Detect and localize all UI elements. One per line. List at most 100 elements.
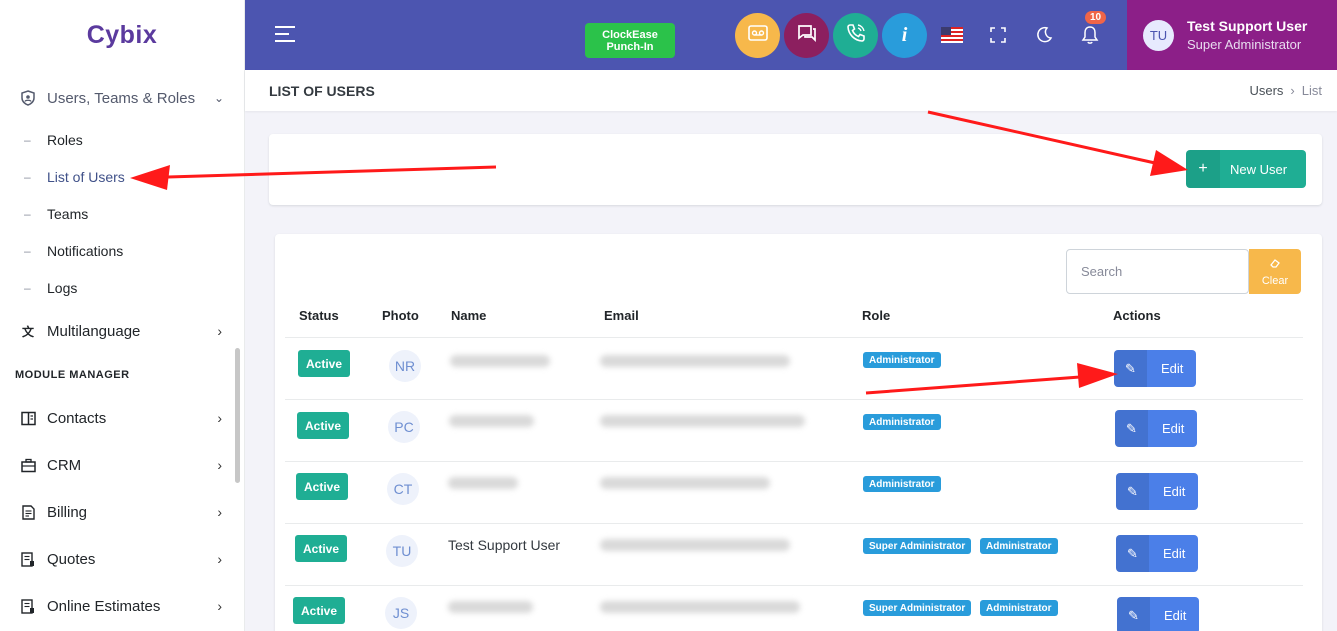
sidebar-scrollbar[interactable] bbox=[235, 348, 240, 483]
table-row: Active TU Test Support User Super Admini… bbox=[285, 524, 1303, 586]
contacts-icon bbox=[20, 410, 36, 426]
breadcrumb-link-users[interactable]: Users bbox=[1249, 83, 1283, 98]
pencil-icon: ✎ bbox=[1114, 350, 1147, 387]
us-flag-icon[interactable] bbox=[941, 24, 963, 46]
sidebar-item-list-of-users[interactable]: – List of Users bbox=[0, 163, 244, 191]
column-header-name[interactable]: Name bbox=[451, 308, 486, 323]
sidebar-item-label: List of Users bbox=[47, 169, 125, 185]
column-header-email[interactable]: Email bbox=[604, 308, 639, 323]
sidebar-item-roles[interactable]: – Roles bbox=[0, 126, 244, 154]
chat-button[interactable] bbox=[784, 13, 829, 58]
clockease-punch-in-button[interactable]: ClockEase Punch-In bbox=[585, 23, 675, 58]
pencil-icon: ✎ bbox=[1116, 473, 1149, 510]
chevron-right-icon: › bbox=[217, 598, 222, 614]
search-input[interactable] bbox=[1066, 249, 1249, 294]
sidebar-item-multilanguage[interactable]: 文 Multilanguage › bbox=[0, 315, 244, 347]
redacted-name bbox=[448, 601, 533, 613]
sidebar-item-logs[interactable]: – Logs bbox=[0, 274, 244, 302]
info-button[interactable]: i bbox=[882, 13, 927, 58]
redacted-email bbox=[600, 601, 800, 613]
sidebar-item-label: Roles bbox=[47, 132, 83, 148]
page-title-bar: LIST OF USERS Users › List bbox=[245, 70, 1337, 111]
avatar: TU bbox=[1143, 20, 1174, 51]
user-role: Super Administrator bbox=[1187, 37, 1302, 52]
dash-icon: – bbox=[24, 133, 31, 147]
clear-button[interactable]: Clear bbox=[1249, 249, 1301, 294]
topbar: ClockEase Punch-In i 10 TU Test Support … bbox=[245, 0, 1337, 70]
dash-icon: – bbox=[24, 281, 31, 295]
sidebar-item-billing[interactable]: Billing › bbox=[0, 496, 244, 528]
breadcrumb: Users › List bbox=[1249, 83, 1322, 98]
role-badge: Administrator bbox=[863, 476, 941, 492]
redacted-email bbox=[600, 355, 790, 367]
sidebar-item-teams[interactable]: – Teams bbox=[0, 200, 244, 228]
chevron-down-icon: ⌄ bbox=[213, 91, 224, 105]
voicemail-button[interactable] bbox=[735, 13, 780, 58]
sidebar-item-quotes[interactable]: Quotes › bbox=[0, 543, 244, 575]
dash-icon: – bbox=[24, 244, 31, 258]
user-name-cell: Test Support User bbox=[448, 537, 561, 553]
edit-button[interactable]: ✎ Edit bbox=[1114, 350, 1196, 387]
toolbar-card: + New User bbox=[269, 134, 1322, 205]
sidebar-item-label: Multilanguage bbox=[47, 322, 141, 340]
edit-button[interactable]: ✎ Edit bbox=[1116, 535, 1198, 572]
sidebar-item-label: Logs bbox=[47, 280, 78, 296]
file-invoice-icon bbox=[20, 504, 36, 520]
dash-icon: – bbox=[24, 207, 31, 221]
clockease-line2: Punch-In bbox=[606, 41, 654, 53]
user-profile-menu[interactable]: TU Test Support User Super Administrator bbox=[1127, 0, 1337, 70]
clear-label: Clear bbox=[1261, 275, 1289, 287]
sidebar-item-label: Billing bbox=[47, 503, 88, 521]
sidebar-item-label: Quotes bbox=[47, 550, 96, 568]
sidebar-item-online-estimates[interactable]: Online Estimates › bbox=[0, 590, 244, 622]
fullscreen-icon[interactable] bbox=[987, 24, 1009, 46]
chevron-right-icon: › bbox=[217, 323, 222, 339]
avatar: TU bbox=[386, 535, 418, 567]
redacted-email bbox=[600, 415, 805, 427]
status-badge: Active bbox=[296, 473, 348, 500]
avatar: NR bbox=[389, 350, 421, 382]
edit-label: Edit bbox=[1163, 546, 1186, 561]
pencil-icon: ✎ bbox=[1116, 535, 1149, 572]
column-header-photo[interactable]: Photo bbox=[382, 308, 419, 323]
briefcase-icon bbox=[20, 457, 36, 473]
column-header-role[interactable]: Role bbox=[862, 308, 890, 323]
sidebar-item-label: Notifications bbox=[47, 243, 124, 259]
hamburger-menu-icon[interactable] bbox=[275, 26, 295, 42]
breadcrumb-current: List bbox=[1301, 83, 1322, 98]
plus-icon: + bbox=[1186, 150, 1220, 188]
edit-label: Edit bbox=[1162, 421, 1185, 436]
edit-button[interactable]: ✎ Edit bbox=[1116, 473, 1198, 510]
bell-icon[interactable] bbox=[1079, 24, 1101, 46]
edit-button[interactable]: ✎ Edit bbox=[1117, 597, 1199, 631]
sidebar-item-label: Teams bbox=[47, 206, 89, 222]
translate-icon: 文 bbox=[21, 324, 34, 339]
new-user-button[interactable]: + New User bbox=[1186, 150, 1306, 188]
column-header-status[interactable]: Status bbox=[299, 308, 339, 323]
sidebar-group-users-teams-roles[interactable]: Users, Teams & Roles ⌄ bbox=[0, 82, 244, 114]
edit-label: Edit bbox=[1163, 484, 1186, 499]
sidebar-item-notifications[interactable]: – Notifications bbox=[0, 237, 244, 265]
avatar: PC bbox=[388, 411, 420, 443]
phone-button[interactable] bbox=[833, 13, 878, 58]
chevron-right-icon: › bbox=[1290, 83, 1295, 98]
chevron-right-icon: › bbox=[217, 410, 222, 426]
sidebar-item-crm[interactable]: CRM › bbox=[0, 449, 244, 481]
notification-count-badge: 10 bbox=[1085, 11, 1107, 24]
sidebar-item-label: Online Estimates bbox=[47, 597, 161, 615]
clockease-line1: ClockEase bbox=[602, 29, 658, 41]
dark-mode-moon-icon[interactable] bbox=[1033, 24, 1055, 46]
file-list-icon bbox=[20, 551, 36, 567]
status-badge: Active bbox=[295, 535, 347, 562]
redacted-name bbox=[448, 477, 518, 489]
app-logo[interactable]: Cybix bbox=[0, 0, 244, 70]
sidebar-item-contacts[interactable]: Contacts › bbox=[0, 402, 244, 434]
phone-icon bbox=[846, 23, 866, 49]
redacted-name bbox=[449, 415, 534, 427]
role-badge: Administrator bbox=[863, 414, 941, 430]
edit-button[interactable]: ✎ Edit bbox=[1115, 410, 1197, 447]
role-badge: Super Administrator bbox=[863, 538, 972, 554]
eraser-icon bbox=[1249, 257, 1301, 273]
redacted-name bbox=[450, 355, 550, 367]
file-estimate-icon bbox=[20, 598, 36, 614]
